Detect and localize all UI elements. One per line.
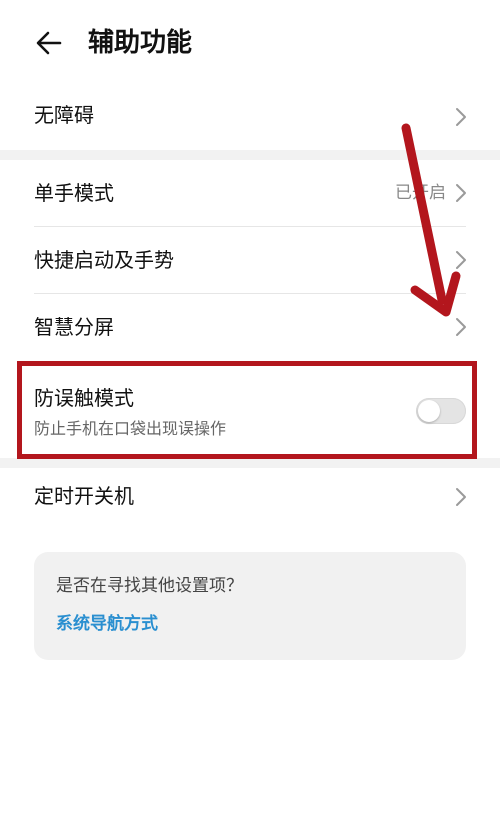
suggestion-link[interactable]: 系统导航方式 [56, 612, 158, 636]
list-item-label: 单手模式 [34, 181, 114, 205]
accidental-touch-toggle[interactable] [416, 398, 466, 424]
list-item-one-hand-mode[interactable]: 单手模式 已开启 [0, 160, 500, 226]
list-item-accessibility[interactable]: 无障碍 [0, 90, 500, 150]
suggestion-question: 是否在寻找其他设置项？ [56, 576, 243, 596]
arrow-left-icon[interactable] [34, 28, 64, 58]
suggestion-card: 是否在寻找其他设置项？ 系统导航方式 [34, 552, 466, 660]
list-item-scheduled-power[interactable]: 定时开关机 [0, 468, 500, 528]
list-item-accidental-touch-mode[interactable]: 防误触模式 防止手机在口袋出现误操作 [0, 362, 500, 458]
page-title: 辅助功能 [88, 28, 193, 58]
chevron-right-icon [456, 184, 466, 202]
status-text: 已开启 [395, 183, 446, 203]
chevron-right-icon [456, 488, 466, 506]
list-item-quick-launch-gestures[interactable]: 快捷启动及手势 [0, 227, 500, 293]
list-item-label: 快捷启动及手势 [34, 248, 174, 272]
list-item-label: 定时开关机 [34, 484, 134, 508]
list-item-smart-split-screen[interactable]: 智慧分屏 [0, 294, 500, 360]
chevron-right-icon [456, 108, 466, 126]
app-header: 辅助功能 [0, 0, 500, 90]
section-gap [0, 458, 500, 468]
chevron-right-icon [456, 251, 466, 269]
list-item-label: 防误触模式 [34, 386, 134, 410]
section-gap [0, 150, 500, 160]
list-item-sublabel: 防止手机在口袋出现误操作 [34, 419, 227, 438]
list-item-label: 无障碍 [34, 103, 94, 127]
chevron-right-icon [456, 318, 466, 336]
toggle-knob [418, 400, 440, 422]
list-item-label: 智慧分屏 [34, 315, 114, 339]
